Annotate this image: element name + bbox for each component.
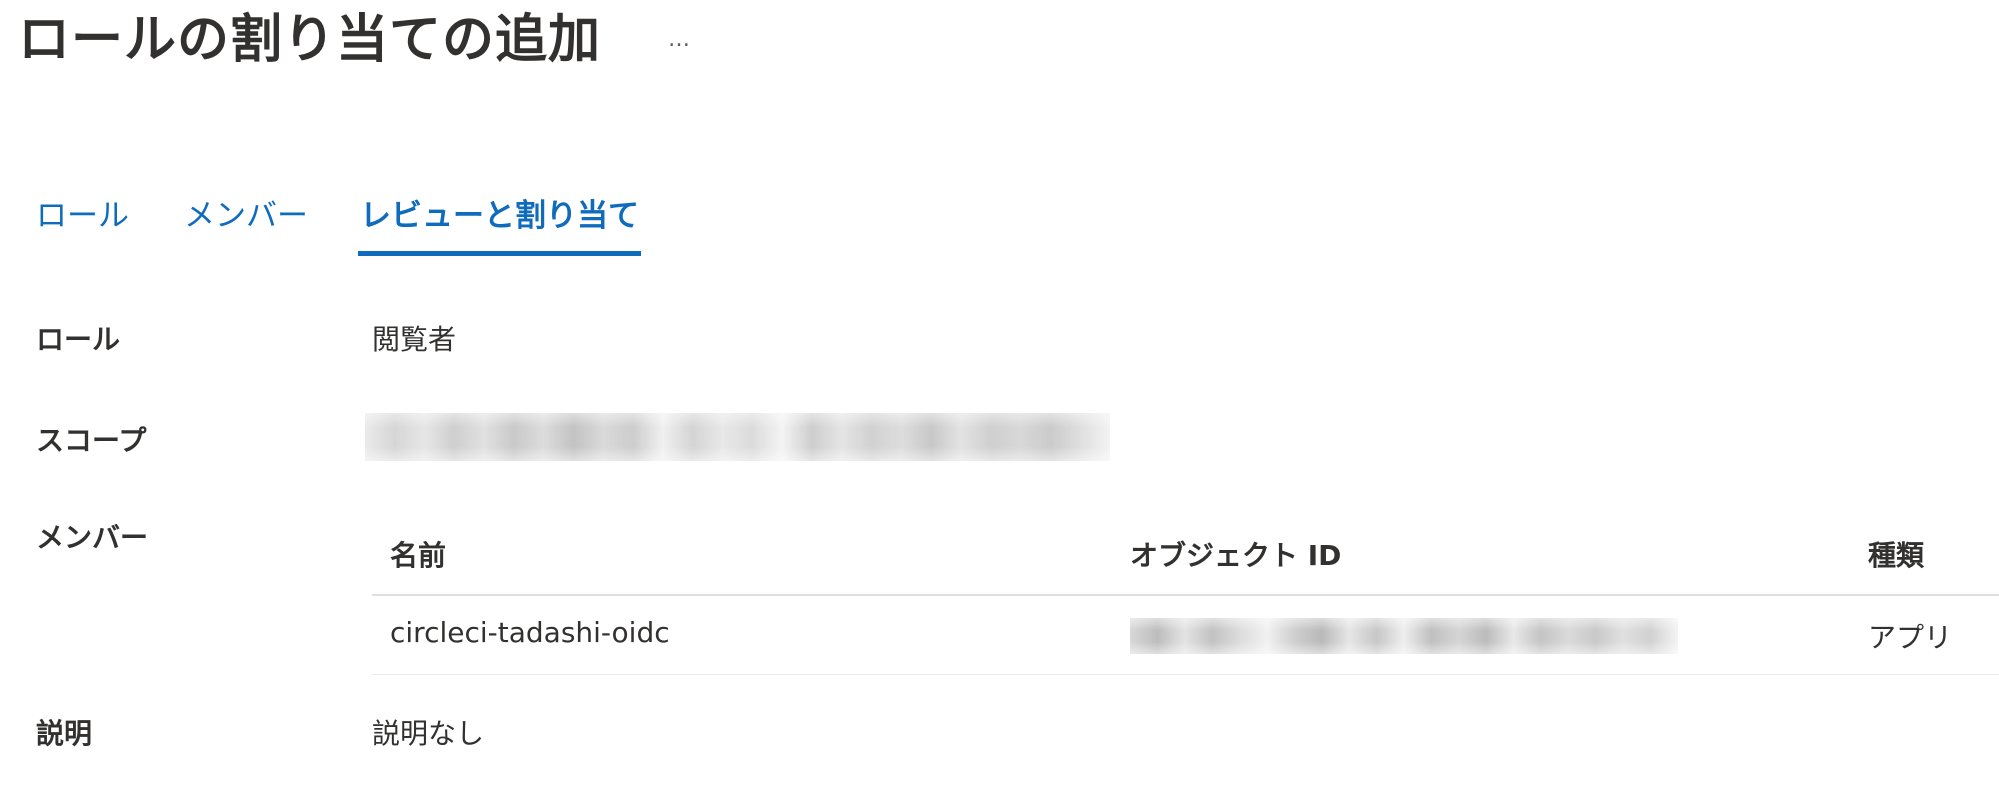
member-name: circleci-tadashi-oidc (390, 616, 670, 649)
role-label: ロール (36, 323, 121, 356)
members-label: メンバー (36, 521, 149, 554)
role-value: 閲覧者 (372, 323, 457, 356)
description-value: 説明なし (372, 717, 485, 750)
page-title: ロールの割り当ての追加 (18, 10, 602, 70)
scope-value-redacted (365, 413, 1110, 461)
scope-label: スコープ (36, 424, 147, 457)
column-header-object-id: オブジェクト ID (1130, 539, 1342, 572)
tab-members[interactable]: メンバー (184, 190, 308, 256)
column-header-name: 名前 (390, 539, 447, 572)
tab-role[interactable]: ロール (36, 190, 129, 256)
column-header-type: 種類 (1868, 539, 1925, 572)
table-row: circleci-tadashi-oidc アプリ (372, 596, 1999, 675)
member-type: アプリ (1868, 621, 1953, 654)
more-options-button[interactable]: … (660, 20, 698, 60)
tab-review-assign[interactable]: レビューと割り当て (358, 190, 641, 256)
description-label: 説明 (36, 717, 93, 750)
member-object-id-redacted (1130, 618, 1678, 654)
